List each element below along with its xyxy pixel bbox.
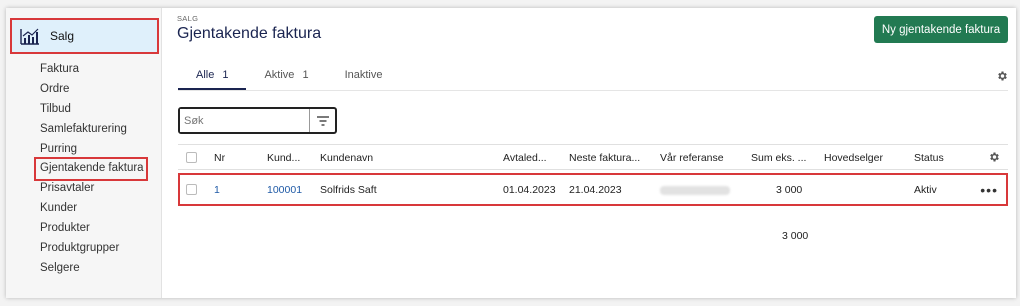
col-sum-eks[interactable]: Sum eks. ... xyxy=(751,152,806,164)
sidebar-item-samlefakturering[interactable]: Samlefakturering xyxy=(40,120,146,140)
more-horizontal-icon[interactable]: ••• xyxy=(980,182,998,198)
search-box xyxy=(178,107,337,134)
tab-label: Aktive xyxy=(264,69,295,81)
cell-avtaledato: 01.04.2023 xyxy=(503,184,556,196)
search-input[interactable] xyxy=(180,109,309,132)
tab-count: 1 xyxy=(222,69,229,81)
sidebar-item-gjentakende-faktura[interactable]: Gjentakende faktura xyxy=(34,157,148,182)
sidebar-item-produktgrupper[interactable]: Produktgrupper xyxy=(40,239,146,259)
filter-button[interactable] xyxy=(309,109,335,132)
cell-kundenr[interactable]: 100001 xyxy=(267,184,302,196)
cell-kundenavn: Solfrids Saft xyxy=(320,184,377,196)
cell-nr[interactable]: 1 xyxy=(214,184,220,196)
tab-alle[interactable]: Alle 1 xyxy=(178,66,247,90)
sidebar-item-selgere[interactable]: Selgere xyxy=(40,259,146,279)
tab-bar: Alle 1 Aktive 1 Inaktive xyxy=(178,66,400,90)
col-avtaledato[interactable]: Avtaled... xyxy=(503,152,547,164)
page-title: Gjentakende faktura xyxy=(177,25,322,42)
sidebar-item-prisavtaler[interactable]: Prisavtaler xyxy=(40,179,146,199)
col-neste-faktura[interactable]: Neste faktura... xyxy=(569,152,640,164)
breadcrumb[interactable]: SALG xyxy=(177,14,198,23)
gear-icon[interactable] xyxy=(996,70,1008,82)
col-var-referanse[interactable]: Vår referanse xyxy=(660,152,724,164)
sidebar-item-purring[interactable]: Purring xyxy=(40,140,146,160)
col-kundenavn[interactable]: Kundenavn xyxy=(320,152,373,164)
sidebar: Salg Faktura Ordre Tilbud Samlefaktureri… xyxy=(6,8,162,298)
app-window: Salg Faktura Ordre Tilbud Samlefaktureri… xyxy=(6,8,1016,298)
sidebar-item-faktura[interactable]: Faktura xyxy=(40,60,146,80)
tab-count: 1 xyxy=(302,69,309,81)
filter-icon xyxy=(316,115,329,126)
tab-inaktive[interactable]: Inaktive xyxy=(327,66,401,90)
row-checkbox[interactable] xyxy=(186,184,197,195)
sidebar-item-produkter[interactable]: Produkter xyxy=(40,219,146,239)
cell-var-referanse-redacted xyxy=(660,186,730,195)
new-recurring-invoice-button[interactable]: Ny gjentakende faktura xyxy=(874,16,1008,43)
cell-neste-faktura: 21.04.2023 xyxy=(569,184,622,196)
tab-label: Alle xyxy=(196,69,215,81)
tab-divider xyxy=(178,90,1008,91)
tab-aktive[interactable]: Aktive 1 xyxy=(246,66,326,90)
col-hovedselger[interactable]: Hovedselger xyxy=(824,152,883,164)
col-status[interactable]: Status xyxy=(914,152,944,164)
table-header: Nr Kund... Kundenavn Avtaled... Neste fa… xyxy=(178,144,1008,170)
sum-total: 3 000 xyxy=(782,230,809,242)
sales-chart-icon xyxy=(20,28,39,45)
col-nr[interactable]: Nr xyxy=(214,152,225,164)
gear-icon[interactable] xyxy=(988,151,1000,163)
sidebar-item-kunder[interactable]: Kunder xyxy=(40,199,146,219)
col-kundenr[interactable]: Kund... xyxy=(267,152,300,164)
sidebar-item-ordre[interactable]: Ordre xyxy=(40,80,146,100)
cell-status: Aktiv xyxy=(914,184,937,196)
sidebar-menu: Faktura Ordre Tilbud Samlefakturering Pu… xyxy=(34,60,148,279)
sidebar-item-tilbud[interactable]: Tilbud xyxy=(40,100,146,120)
select-all-checkbox[interactable] xyxy=(186,152,197,163)
tab-label: Inaktive xyxy=(344,69,383,81)
cell-sum-eks: 3 000 xyxy=(776,184,803,196)
sidebar-section-salg[interactable]: Salg xyxy=(10,18,159,54)
main-content: SALG Gjentakende faktura Ny gjentakende … xyxy=(162,8,1016,298)
sidebar-section-label: Salg xyxy=(50,29,75,43)
table-row[interactable]: 1 100001 Solfrids Saft 01.04.2023 21.04.… xyxy=(178,173,1008,206)
